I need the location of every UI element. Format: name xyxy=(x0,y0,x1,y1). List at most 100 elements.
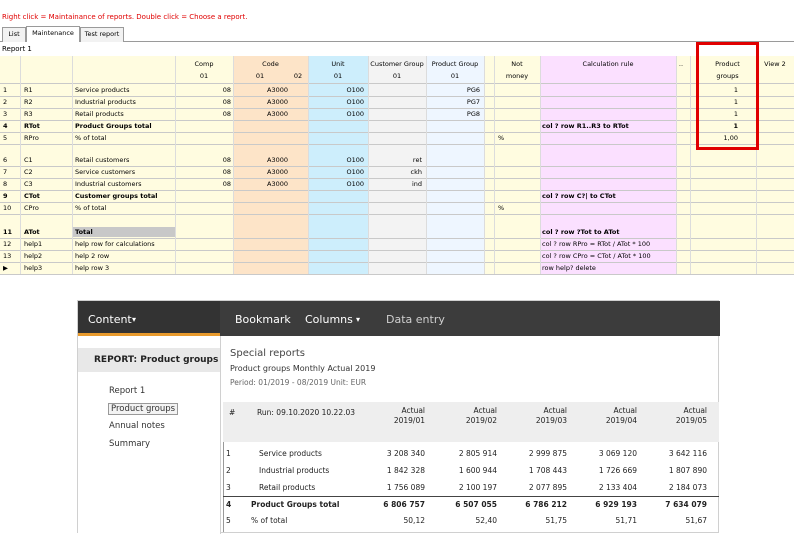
grid-cell-id[interactable]: C2 xyxy=(24,167,64,177)
grid-cell-n[interactable]: 3 xyxy=(3,109,17,119)
grid-cell-code[interactable]: A3000 xyxy=(233,167,288,177)
tab-test-report[interactable]: Test report xyxy=(80,27,124,42)
grid-cell-cust[interactable]: ret xyxy=(368,155,422,165)
sidebar-item-product-groups[interactable]: Product groups xyxy=(108,403,179,415)
grid-cell-name[interactable]: help row 3 xyxy=(75,263,185,273)
grid-cell-unit[interactable]: O100 xyxy=(308,167,364,177)
row-divider xyxy=(0,274,794,275)
header-comp[interactable]: Comp xyxy=(175,60,233,68)
grid-cell-n[interactable]: 1 xyxy=(3,85,17,95)
header-product-group[interactable]: Product Group xyxy=(426,60,484,68)
row-label[interactable]: % of total xyxy=(251,516,287,525)
grid-cell-code[interactable]: A3000 xyxy=(233,97,288,107)
grid-cell-name[interactable]: Service customers xyxy=(75,167,185,177)
grid-cell-calc[interactable]: col ? row C?| to CTot xyxy=(542,191,676,201)
grid-cell-id[interactable]: help1 xyxy=(24,239,64,249)
grid-cell-n[interactable]: 8 xyxy=(3,179,17,189)
grid-cell-comp[interactable]: 08 xyxy=(175,155,231,165)
bookmark-menu[interactable]: Bookmark xyxy=(235,313,291,326)
grid-cell-n[interactable]: 11 xyxy=(3,227,17,237)
grid-cell-comp[interactable]: 08 xyxy=(175,167,231,177)
grid-cell-n[interactable]: 12 xyxy=(3,239,17,249)
grid-cell-name[interactable]: % of total xyxy=(75,203,185,213)
grid-cell-name[interactable]: Industrial products xyxy=(75,97,185,107)
sidebar-item-report-1[interactable]: Report 1 xyxy=(109,386,145,396)
grid-cell-comp[interactable]: 08 xyxy=(175,109,231,119)
grid-cell-name[interactable]: Industrial customers xyxy=(75,179,185,189)
grid-cell-id[interactable]: C1 xyxy=(24,155,64,165)
grid-cell-calc[interactable]: col ? row R1..R3 to RTot xyxy=(542,121,676,131)
grid-cell-code[interactable]: A3000 xyxy=(233,155,288,165)
grid-cell-name[interactable]: Customer groups total xyxy=(75,191,185,201)
grid-cell-unit[interactable]: O100 xyxy=(308,179,364,189)
grid-cell-prod[interactable]: PG8 xyxy=(426,109,480,119)
tab-maintenance[interactable]: Maintenance xyxy=(26,26,80,42)
content-menu[interactable]: Content ▾ xyxy=(78,301,220,336)
grid-cell-unit[interactable]: O100 xyxy=(308,155,364,165)
grid-cell-calc[interactable]: col ? row CPro = CTot / ATot * 100 xyxy=(542,251,676,261)
grid-cell-name[interactable]: Retail products xyxy=(75,109,185,119)
grid-cell-n[interactable]: 4 xyxy=(3,121,17,131)
grid-cell-id[interactable]: CPro xyxy=(24,203,64,213)
grid-cell-id[interactable]: help2 xyxy=(24,251,64,261)
sidebar-item-summary[interactable]: Summary xyxy=(109,439,150,449)
sidebar-item-annual-notes[interactable]: Annual notes xyxy=(109,421,165,431)
grid-cell-id[interactable]: ATot xyxy=(24,227,64,237)
grid-cell-unit[interactable]: O100 xyxy=(308,97,364,107)
grid-cell-name[interactable]: Product Groups total xyxy=(75,121,185,131)
data-entry-menu[interactable]: Data entry xyxy=(386,313,445,326)
grid-cell-calc[interactable]: row help? delete xyxy=(542,263,676,273)
tab-list[interactable]: List xyxy=(2,27,26,42)
grid-cell-n[interactable]: ▶ xyxy=(3,263,17,273)
row-label[interactable]: Service products xyxy=(259,449,322,458)
grid-cell-comp[interactable]: 08 xyxy=(175,97,231,107)
columns-menu[interactable]: Columns xyxy=(305,313,353,326)
grid-cell-id[interactable]: RPro xyxy=(24,133,64,143)
grid-cell-id[interactable]: R3 xyxy=(24,109,64,119)
grid-cell-n[interactable]: 2 xyxy=(3,97,17,107)
grid-cell-name[interactable]: Service products xyxy=(75,85,185,95)
header-dots[interactable]: .. xyxy=(676,60,686,68)
grid-cell-calc[interactable]: col ? row ?Tot to ATot xyxy=(542,227,676,237)
grid-cell-comp[interactable]: 08 xyxy=(175,179,231,189)
grid-cell-cust[interactable]: ind xyxy=(368,179,422,189)
grid-cell-n[interactable]: 13 xyxy=(3,251,17,261)
grid-cell-name[interactable]: help 2 row xyxy=(75,251,185,261)
grid-cell-code[interactable]: A3000 xyxy=(233,85,288,95)
grid-cell-not[interactable]: % xyxy=(498,133,538,143)
grid-cell-prod[interactable]: PG6 xyxy=(426,85,480,95)
header-calc-rule[interactable]: Calculation rule xyxy=(540,60,676,68)
grid-cell-unit[interactable]: O100 xyxy=(308,109,364,119)
grid-cell-name[interactable]: % of total xyxy=(75,133,185,143)
grid-cell-id[interactable]: R1 xyxy=(24,85,64,95)
header-code[interactable]: Code xyxy=(233,60,308,68)
row-label[interactable]: Product Groups total xyxy=(251,500,339,509)
grid-cell-not[interactable]: % xyxy=(498,203,538,213)
grid-cell-n[interactable]: 7 xyxy=(3,167,17,177)
grid-cell-prod[interactable]: PG7 xyxy=(426,97,480,107)
grid-cell-name[interactable]: help row for calculations xyxy=(75,239,185,249)
header-unit[interactable]: Unit xyxy=(308,60,368,68)
grid-cell-code[interactable]: A3000 xyxy=(233,179,288,189)
grid-cell-cust[interactable]: ckh xyxy=(368,167,422,177)
grid-cell-n[interactable]: 6 xyxy=(3,155,17,165)
grid-cell-id[interactable]: R2 xyxy=(24,97,64,107)
grid-cell-n[interactable]: 10 xyxy=(3,203,17,213)
grid-cell-n[interactable]: 9 xyxy=(3,191,17,201)
grid-cell-calc[interactable]: col ? row RPro = RTot / ATot * 100 xyxy=(542,239,676,249)
header-view[interactable]: View 2 xyxy=(760,60,790,68)
grid-cell-id[interactable]: C3 xyxy=(24,179,64,189)
grid-cell-id[interactable]: CTot xyxy=(24,191,64,201)
grid-cell-id[interactable]: help3 xyxy=(24,263,64,273)
grid-cell-unit[interactable]: O100 xyxy=(308,85,364,95)
header-not[interactable]: Not xyxy=(494,60,540,68)
row-label[interactable]: Retail products xyxy=(259,483,315,492)
row-label[interactable]: Industrial products xyxy=(259,466,329,475)
grid-cell-code[interactable]: A3000 xyxy=(233,109,288,119)
grid-cell-name[interactable]: Total xyxy=(75,227,185,237)
grid-cell-name[interactable]: Retail customers xyxy=(75,155,185,165)
grid-cell-n[interactable]: 5 xyxy=(3,133,17,143)
grid-cell-id[interactable]: RTot xyxy=(24,121,64,131)
header-customer-group[interactable]: Customer Group xyxy=(368,60,426,68)
grid-cell-comp[interactable]: 08 xyxy=(175,85,231,95)
